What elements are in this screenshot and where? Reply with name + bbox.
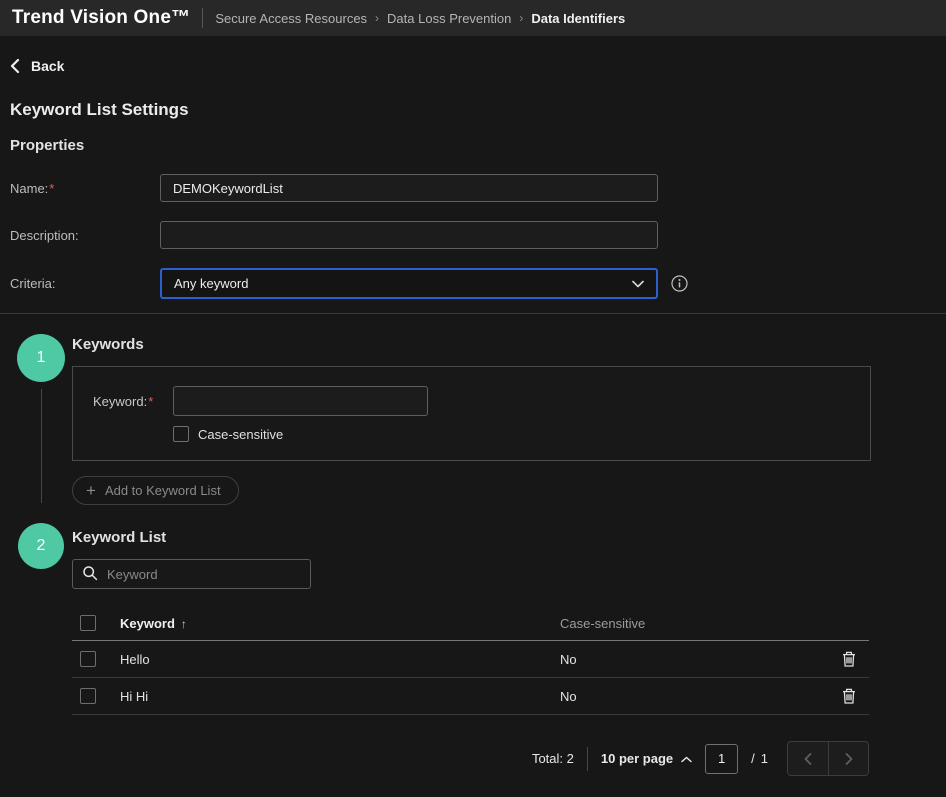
total-count: Total: 2 bbox=[532, 751, 574, 766]
table-header-row: Keyword↑ Case-sensitive bbox=[72, 606, 869, 641]
page-count: / 1 bbox=[751, 751, 768, 766]
back-button[interactable]: Back bbox=[10, 56, 936, 76]
keywords-section-title: Keywords bbox=[72, 336, 936, 353]
page-nav bbox=[787, 741, 869, 776]
properties-heading: Properties bbox=[10, 137, 936, 154]
criteria-select[interactable]: Any keyword bbox=[160, 268, 658, 299]
plus-icon: + bbox=[86, 482, 96, 499]
info-icon[interactable] bbox=[671, 275, 688, 292]
step-keyword-list: 2 Keyword List Keyword↑ Case-sensitive bbox=[10, 519, 936, 776]
delete-row-button[interactable] bbox=[829, 688, 869, 704]
brand-divider bbox=[202, 8, 203, 28]
breadcrumb-item-data-identifiers[interactable]: Data Identifiers bbox=[531, 11, 625, 26]
step2-rail: 2 bbox=[10, 519, 72, 776]
chevron-left-icon bbox=[10, 59, 20, 73]
trash-icon bbox=[842, 688, 856, 704]
page-title: Keyword List Settings bbox=[10, 100, 936, 120]
keyword-table: Keyword↑ Case-sensitive Hello No bbox=[72, 606, 869, 715]
table-row[interactable]: Hi Hi No bbox=[72, 678, 869, 715]
breadcrumb-separator: › bbox=[519, 11, 523, 25]
per-page-label: 10 per page bbox=[601, 751, 673, 766]
section-divider bbox=[0, 313, 946, 314]
chevron-left-icon bbox=[804, 753, 812, 765]
step-connector-line bbox=[41, 389, 42, 503]
breadcrumb-separator: › bbox=[375, 11, 379, 25]
keyword-entry-panel: Keyword:* Case-sensitive bbox=[72, 366, 871, 461]
criteria-selected-value: Any keyword bbox=[174, 276, 248, 291]
step-keywords: 1 Keywords Keyword:* Case-sensitive + bbox=[10, 330, 936, 505]
breadcrumb-item-secure-access-resources[interactable]: Secure Access Resources bbox=[215, 11, 367, 26]
cell-case-sensitive: No bbox=[560, 689, 829, 704]
previous-page-button[interactable] bbox=[788, 742, 828, 775]
step2-badge: 2 bbox=[18, 523, 64, 569]
step1-rail: 1 bbox=[10, 330, 72, 505]
topbar: Trend Vision One™ Secure Access Resource… bbox=[0, 0, 946, 36]
back-label: Back bbox=[31, 58, 64, 74]
cell-keyword: Hi Hi bbox=[120, 689, 560, 704]
next-page-button[interactable] bbox=[828, 742, 868, 775]
column-header-case-sensitive[interactable]: Case-sensitive bbox=[560, 616, 829, 631]
name-field[interactable] bbox=[160, 174, 658, 202]
breadcrumb: Secure Access Resources › Data Loss Prev… bbox=[215, 11, 625, 26]
step1-badge: 1 bbox=[17, 334, 65, 382]
description-row: Description: bbox=[10, 221, 936, 249]
add-button-label: Add to Keyword List bbox=[105, 483, 221, 498]
pagination: Total: 2 10 per page 1 / 1 bbox=[72, 741, 869, 776]
row-checkbox[interactable] bbox=[80, 688, 96, 704]
cell-keyword: Hello bbox=[120, 652, 560, 667]
properties-form: Name:* Description: Criteria: Any keywor… bbox=[10, 174, 936, 299]
description-field[interactable] bbox=[160, 221, 658, 249]
keyword-list-section-title: Keyword List bbox=[72, 529, 936, 546]
case-sensitive-checkbox[interactable] bbox=[173, 426, 189, 442]
search-input[interactable] bbox=[107, 567, 301, 582]
cell-case-sensitive: No bbox=[560, 652, 829, 667]
search-icon bbox=[82, 565, 98, 584]
row-checkbox[interactable] bbox=[80, 651, 96, 667]
name-label: Name:* bbox=[10, 181, 160, 196]
add-to-keyword-list-button[interactable]: + Add to Keyword List bbox=[72, 476, 239, 505]
keyword-field[interactable] bbox=[173, 386, 428, 416]
brand-logo: Trend Vision One™ bbox=[12, 7, 190, 29]
required-marker: * bbox=[49, 181, 54, 196]
chevron-down-icon bbox=[632, 276, 644, 291]
pagination-divider bbox=[587, 747, 588, 771]
criteria-row: Criteria: Any keyword bbox=[10, 268, 936, 299]
breadcrumb-item-data-loss-prevention[interactable]: Data Loss Prevention bbox=[387, 11, 511, 26]
keyword-label: Keyword:* bbox=[93, 394, 173, 409]
current-page-input[interactable]: 1 bbox=[705, 744, 738, 774]
table-row[interactable]: Hello No bbox=[72, 641, 869, 678]
steps: 1 Keywords Keyword:* Case-sensitive + bbox=[10, 330, 936, 776]
description-label: Description: bbox=[10, 228, 160, 243]
criteria-label: Criteria: bbox=[10, 276, 160, 291]
required-marker: * bbox=[148, 394, 153, 409]
case-sensitive-label: Case-sensitive bbox=[198, 427, 283, 442]
column-header-keyword[interactable]: Keyword↑ bbox=[120, 616, 560, 631]
sort-ascending-icon: ↑ bbox=[181, 617, 187, 631]
chevron-right-icon bbox=[845, 753, 853, 765]
keyword-search bbox=[72, 559, 311, 589]
per-page-selector[interactable]: 10 per page bbox=[601, 751, 692, 766]
name-row: Name:* bbox=[10, 174, 936, 202]
trash-icon bbox=[842, 651, 856, 667]
delete-row-button[interactable] bbox=[829, 651, 869, 667]
select-all-checkbox[interactable] bbox=[80, 615, 96, 631]
chevron-up-icon bbox=[681, 751, 692, 766]
